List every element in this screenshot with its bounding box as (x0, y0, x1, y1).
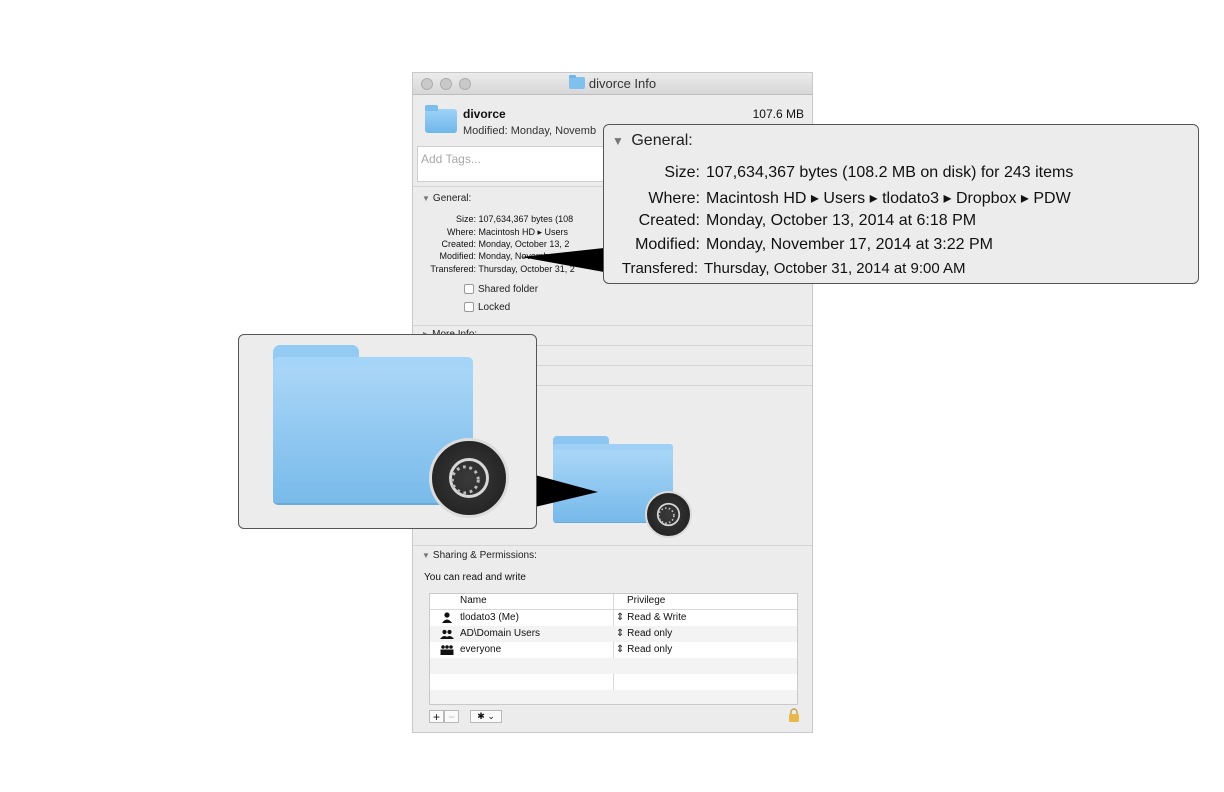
row-name: everyone (460, 644, 502, 655)
sharing-summary: You can read and write (424, 572, 526, 583)
general-created-row: Created: Monday, October 13, 2 (413, 239, 569, 249)
folder-icon (568, 75, 585, 89)
callout-transfered-label: Transfered: (621, 260, 698, 277)
where-value: Macintosh HD ▸ Users (478, 227, 569, 237)
general-zoom-callout: ▼ General: Size: 107,634,367 bytes (108.2… (603, 124, 1199, 284)
modified-value: Monday, Novemb (478, 251, 549, 261)
sync-badge-icon (429, 438, 509, 518)
callout-transfered-row: Transfered: Thursday, October 31, 2014 at… (604, 260, 966, 277)
callout-modified-row: Modified: Monday, November 17, 2014 at 3:… (604, 236, 993, 254)
row-privilege: Read only (627, 628, 673, 639)
item-size: 107.6 MB (752, 107, 804, 121)
sync-badge-icon (645, 491, 692, 538)
divider (413, 325, 812, 326)
size-value: 107,634,367 bytes (108 (478, 214, 574, 224)
created-label: Created: (441, 239, 476, 249)
lock-icon[interactable] (788, 708, 800, 722)
table-row (430, 674, 797, 690)
divider (413, 545, 812, 546)
modified-label: Modified: (439, 251, 476, 261)
privilege-select[interactable]: ⇕ Read & Write (616, 612, 686, 623)
window-title: divorce Info (588, 76, 657, 91)
privilege-select[interactable]: ⇕ Read only (616, 628, 672, 639)
general-modified-row: Modified: Monday, Novemb (413, 251, 548, 261)
general-size-row: Size: 107,634,367 bytes (108 (413, 214, 573, 224)
item-modified: Modified: Monday, Novemb (463, 125, 597, 137)
shared-folder-checkbox[interactable]: Shared folder (464, 284, 538, 295)
everyone-icon (440, 645, 454, 655)
general-section-header[interactable]: ▼ General: (422, 193, 471, 204)
row-name: AD\Domain Users (460, 628, 541, 639)
callout-size-value: 107,634,367 bytes (108.2 MB on disk) for… (706, 164, 1074, 181)
action-menu-button[interactable]: ✱ ⌄ (470, 710, 503, 723)
permissions-table: Name Privilege tlodato3 (Me) ⇕ Read & Wr… (429, 593, 798, 705)
row-privilege: Read & Write (627, 612, 687, 623)
callout-general-title-row: ▼ General: (612, 132, 693, 150)
table-row[interactable]: AD\Domain Users ⇕ Read only (430, 626, 797, 642)
callout-where-row: Where: Macintosh HD ▸ Users ▸ tlodato3 ▸ … (604, 188, 1071, 208)
gear-icon: ✱ (477, 711, 485, 721)
callout-where-label: Where: (648, 190, 700, 207)
table-row[interactable]: everyone ⇕ Read only (430, 642, 797, 658)
callout-modified-value: Monday, November 17, 2014 at 3:22 PM (706, 236, 993, 253)
column-header-privilege[interactable]: Privilege (627, 595, 665, 606)
remove-user-button[interactable]: − (444, 710, 459, 723)
callout-size-row: Size: 107,634,367 bytes (108.2 MB on disk… (604, 164, 1073, 182)
callout-created-value: Monday, October 13, 2014 at 6:18 PM (706, 212, 977, 229)
privilege-select[interactable]: ⇕ Read only (616, 644, 672, 655)
size-label: Size: (455, 214, 476, 224)
sharing-section-title: Sharing & Permissions: (432, 550, 537, 561)
transfered-label: Transfered: (430, 264, 476, 274)
group-icon (440, 629, 454, 639)
item-name: divorce (463, 107, 506, 121)
general-section-title: General: (432, 193, 472, 204)
callout-where-value: Macintosh HD ▸ Users ▸ tlodato3 ▸ Dropbo… (706, 190, 1071, 207)
table-row (430, 658, 797, 674)
row-name: tlodato3 (Me) (460, 612, 519, 623)
created-value: Monday, October 13, 2 (478, 239, 570, 249)
permissions-button-bar: + − ✱ ⌄ (429, 710, 503, 723)
locked-label: Locked (478, 302, 511, 313)
callout-created-row: Created: Monday, October 13, 2014 at 6:18… (604, 212, 976, 230)
window-title-wrap: divorce Info (413, 75, 812, 91)
disclosure-triangle-icon: ▼ (612, 134, 624, 148)
row-privilege: Read only (627, 644, 673, 655)
column-header-name[interactable]: Name (460, 595, 487, 606)
transfered-value: Thursday, October 31, 2 (478, 264, 575, 274)
shared-folder-label: Shared folder (478, 284, 539, 295)
table-row[interactable]: tlodato3 (Me) ⇕ Read & Write (430, 610, 797, 626)
disclosure-triangle-icon[interactable]: ▼ (422, 194, 430, 203)
checkbox-box[interactable] (464, 284, 474, 294)
locked-checkbox[interactable]: Locked (464, 302, 510, 313)
folder-icon (425, 105, 457, 133)
callout-modified-label: Modified: (635, 236, 700, 253)
disclosure-triangle-icon[interactable]: ▼ (422, 551, 430, 560)
general-where-row: Where: Macintosh HD ▸ Users (413, 227, 568, 238)
title-bar: divorce Info (413, 73, 812, 95)
user-icon (442, 612, 452, 623)
where-label: Where: (446, 227, 476, 237)
callout-general-title: General: (631, 132, 693, 149)
checkbox-box[interactable] (464, 302, 474, 312)
general-transfered-row: Transfered: Thursday, October 31, 2 (413, 264, 575, 274)
sharing-section-header[interactable]: ▼ Sharing & Permissions: (422, 550, 537, 561)
table-row (430, 690, 797, 704)
callout-created-label: Created: (638, 212, 700, 229)
callout-transfered-value: Thursday, October 31, 2014 at 9:00 AM (704, 260, 966, 277)
chevron-down-icon: ⌄ (487, 711, 495, 721)
add-user-button[interactable]: + (429, 710, 444, 723)
callout-size-label: Size: (664, 164, 700, 181)
folder-zoom-callout (238, 334, 537, 529)
